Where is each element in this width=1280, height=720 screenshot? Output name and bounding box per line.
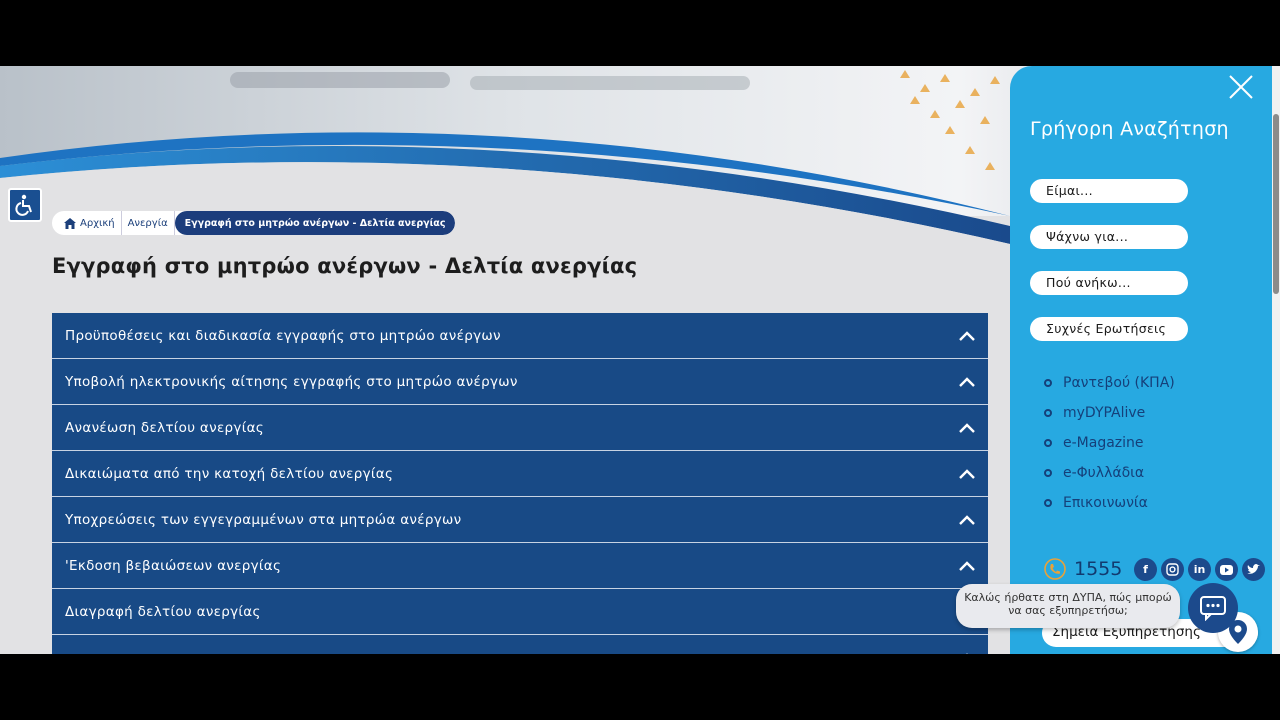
quick-links: Ραντεβού (ΚΠΑ) myDYPAlive e-Magazine e-Φ… [1044, 368, 1175, 518]
quick-link-label: myDYPAlive [1063, 405, 1146, 421]
chevron-up-icon [959, 560, 975, 571]
accordion-item[interactable]: Υποβολή ηλεκτρονικής αίτησης εγγραφής στ… [52, 359, 988, 405]
breadcrumb-home-label: Αρχική [80, 217, 115, 229]
accordion-item[interactable]: Δικαιώματα από την κατοχή δελτίου ανεργί… [52, 451, 988, 497]
breadcrumb-home[interactable]: Αρχική [58, 211, 122, 235]
pill-faq[interactable]: Συχνές Ερωτήσεις [1030, 317, 1188, 341]
accordion-item-label: Ανανέωση δελτίου ανεργίας [65, 419, 265, 436]
accordion-item[interactable]: Υποχρεώσεις των εγγεγραμμένων στα μητρώα… [52, 497, 988, 543]
chat-greeting-bubble[interactable]: Καλώς ήρθατε στη ΔΥΠΑ, πώς μπορώ να σας … [956, 584, 1180, 628]
accordion-item[interactable]: Διαγραφή δελτίου ανεργίας [52, 589, 988, 635]
accordion-item[interactable]: Προϋποθέσεις και διαδικασία εγγραφής στο… [52, 313, 988, 359]
youtube-icon[interactable] [1215, 558, 1238, 581]
quick-link-label: Ραντεβού (ΚΠΑ) [1063, 375, 1175, 391]
panel-title: Γρήγορη Αναζήτηση [1030, 118, 1229, 140]
accordion-item[interactable]: 'Εκδοση βεβαιώσεων ανεργίας [52, 543, 988, 589]
accordion-item-label: Δικαιώματα από την κατοχή δελτίου ανεργί… [65, 465, 394, 482]
accordion: Προϋποθέσεις και διαδικασία εγγραφής στο… [52, 313, 988, 654]
chevron-up-icon [959, 330, 975, 341]
chevron-up-icon [959, 422, 975, 433]
chevron-up-icon [959, 514, 975, 525]
pill-looking-for[interactable]: Ψάχνω για... [1030, 225, 1188, 249]
page-title: Εγγραφή στο μητρώο ανέργων - Δελτία ανερ… [52, 254, 638, 278]
facebook-icon[interactable]: f [1134, 558, 1157, 581]
accessibility-button[interactable] [8, 188, 42, 222]
quick-link-label: e-Magazine [1063, 435, 1144, 451]
quick-link-label: e-Φυλλάδια [1063, 465, 1145, 481]
quick-link[interactable]: Επικοινωνία [1044, 488, 1175, 518]
quick-link[interactable]: e-Φυλλάδια [1044, 458, 1175, 488]
quick-link[interactable]: Ραντεβού (ΚΠΑ) [1044, 368, 1175, 398]
bullet-icon [1044, 379, 1052, 387]
breadcrumb-section-label: Ανεργία [127, 217, 168, 229]
home-icon [64, 217, 76, 229]
chevron-up-icon [965, 652, 969, 654]
quick-link[interactable]: e-Magazine [1044, 428, 1175, 458]
bullet-icon [1044, 409, 1052, 417]
phone-contact[interactable]: 1555 [1044, 558, 1122, 580]
breadcrumb-section[interactable]: Ανεργία [122, 211, 175, 235]
wheelchair-icon [15, 194, 32, 216]
accordion-item-label: Υποβολή ηλεκτρονικής αίτησης εγγραφής στ… [65, 373, 518, 390]
breadcrumb: Αρχική Ανεργία Εγγραφή στο μητρώο ανέργω… [52, 211, 456, 235]
close-icon[interactable] [1228, 74, 1254, 100]
accordion-item-label: Διαγραφή δελτίου ανεργίας [65, 603, 261, 620]
accordion-item-label: 'Εκδοση βεβαιώσεων ανεργίας [65, 557, 282, 574]
quick-search-panel: Γρήγορη Αναζήτηση Είμαι... Ψάχνω για... … [1010, 66, 1274, 654]
twitter-icon[interactable] [1242, 558, 1265, 581]
chat-button[interactable] [1188, 583, 1238, 633]
linkedin-icon[interactable]: in [1188, 558, 1211, 581]
chevron-up-icon [959, 376, 975, 387]
breadcrumb-current-label: Εγγραφή στο μητρώο ανέργων - Δελτία ανερ… [184, 217, 446, 229]
quick-link-label: Επικοινωνία [1063, 495, 1148, 511]
instagram-icon[interactable] [1161, 558, 1184, 581]
accordion-item-label: Υποχρεώσεις των εγγεγραμμένων στα μητρώα… [65, 511, 462, 528]
phone-icon [1044, 558, 1066, 580]
pill-where-belong[interactable]: Πού ανήκω... [1030, 271, 1188, 295]
phone-number: 1555 [1074, 558, 1123, 580]
breadcrumb-current: Εγγραφή στο μητρώο ανέργων - Δελτία ανερ… [174, 211, 456, 235]
accordion-item-label: Προϋποθέσεις και διαδικασία εγγραφής στο… [65, 327, 501, 344]
bullet-icon [1044, 499, 1052, 507]
accordion-item[interactable] [52, 635, 988, 654]
bullet-icon [1044, 469, 1052, 477]
browser-viewport: Αρχική Ανεργία Εγγραφή στο μητρώο ανέργω… [0, 66, 1280, 654]
accordion-item[interactable]: Ανανέωση δελτίου ανεργίας [52, 405, 988, 451]
pill-i-am[interactable]: Είμαι... [1030, 179, 1188, 203]
chevron-up-icon [959, 468, 975, 479]
social-links: f in [1134, 558, 1265, 581]
page-scrollbar[interactable] [1272, 66, 1280, 654]
quick-link[interactable]: myDYPAlive [1044, 398, 1175, 428]
chat-icon [1200, 596, 1226, 621]
scrollbar-thumb[interactable] [1273, 114, 1279, 294]
bullet-icon [1044, 439, 1052, 447]
